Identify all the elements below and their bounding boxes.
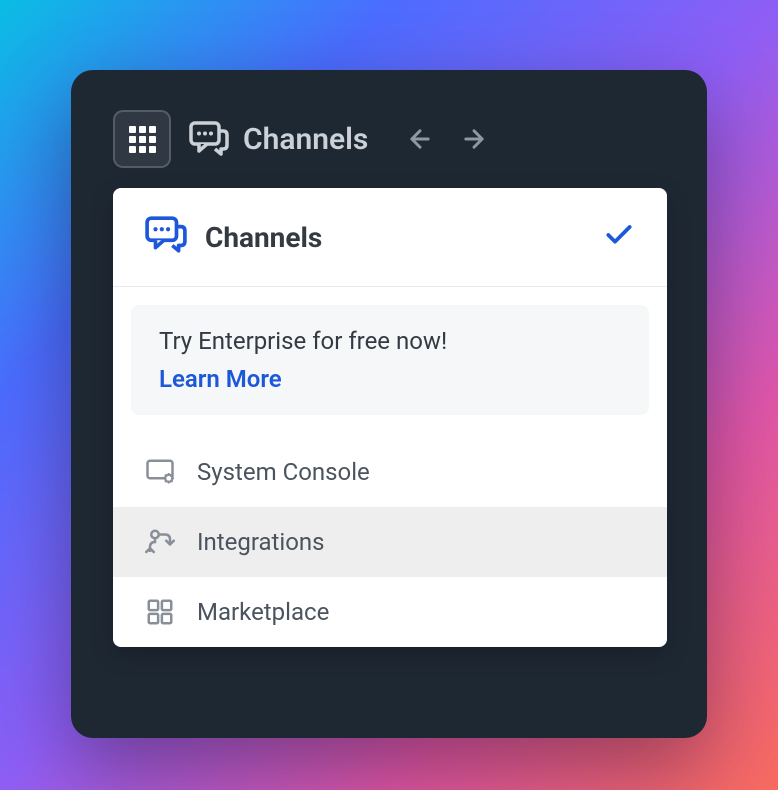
promo-learn-more-link[interactable]: Learn More xyxy=(159,365,621,393)
promo-title: Try Enterprise for free now! xyxy=(159,327,621,355)
menu-item-label: System Console xyxy=(197,458,370,486)
dropdown-selected-label: Channels xyxy=(205,221,603,254)
menu-item-marketplace[interactable]: Marketplace xyxy=(113,577,667,647)
integrations-icon xyxy=(145,527,175,557)
top-bar: Channels xyxy=(71,70,707,178)
menu-item-label: Integrations xyxy=(197,528,325,556)
forward-button[interactable] xyxy=(460,125,488,153)
marketplace-icon xyxy=(145,597,175,627)
enterprise-promo-card: Try Enterprise for free now! Learn More xyxy=(131,305,649,415)
menu-item-integrations[interactable]: Integrations xyxy=(113,507,667,577)
back-button[interactable] xyxy=(406,125,434,153)
product-switcher-dropdown: Channels Try Enterprise for free now! Le… xyxy=(113,188,667,647)
apps-grid-button[interactable] xyxy=(113,110,171,168)
menu-item-label: Marketplace xyxy=(197,598,329,626)
system-console-icon xyxy=(145,457,175,487)
chat-icon xyxy=(189,121,229,157)
header-title: Channels xyxy=(243,122,368,157)
check-icon xyxy=(603,219,635,255)
app-window: Channels xyxy=(71,70,707,738)
nav-arrows xyxy=(406,125,488,153)
chat-icon xyxy=(145,216,187,258)
menu-item-system-console[interactable]: System Console xyxy=(113,437,667,507)
grid-icon xyxy=(129,126,156,153)
dropdown-selected-item[interactable]: Channels xyxy=(113,188,667,287)
channels-header[interactable]: Channels xyxy=(189,121,368,157)
